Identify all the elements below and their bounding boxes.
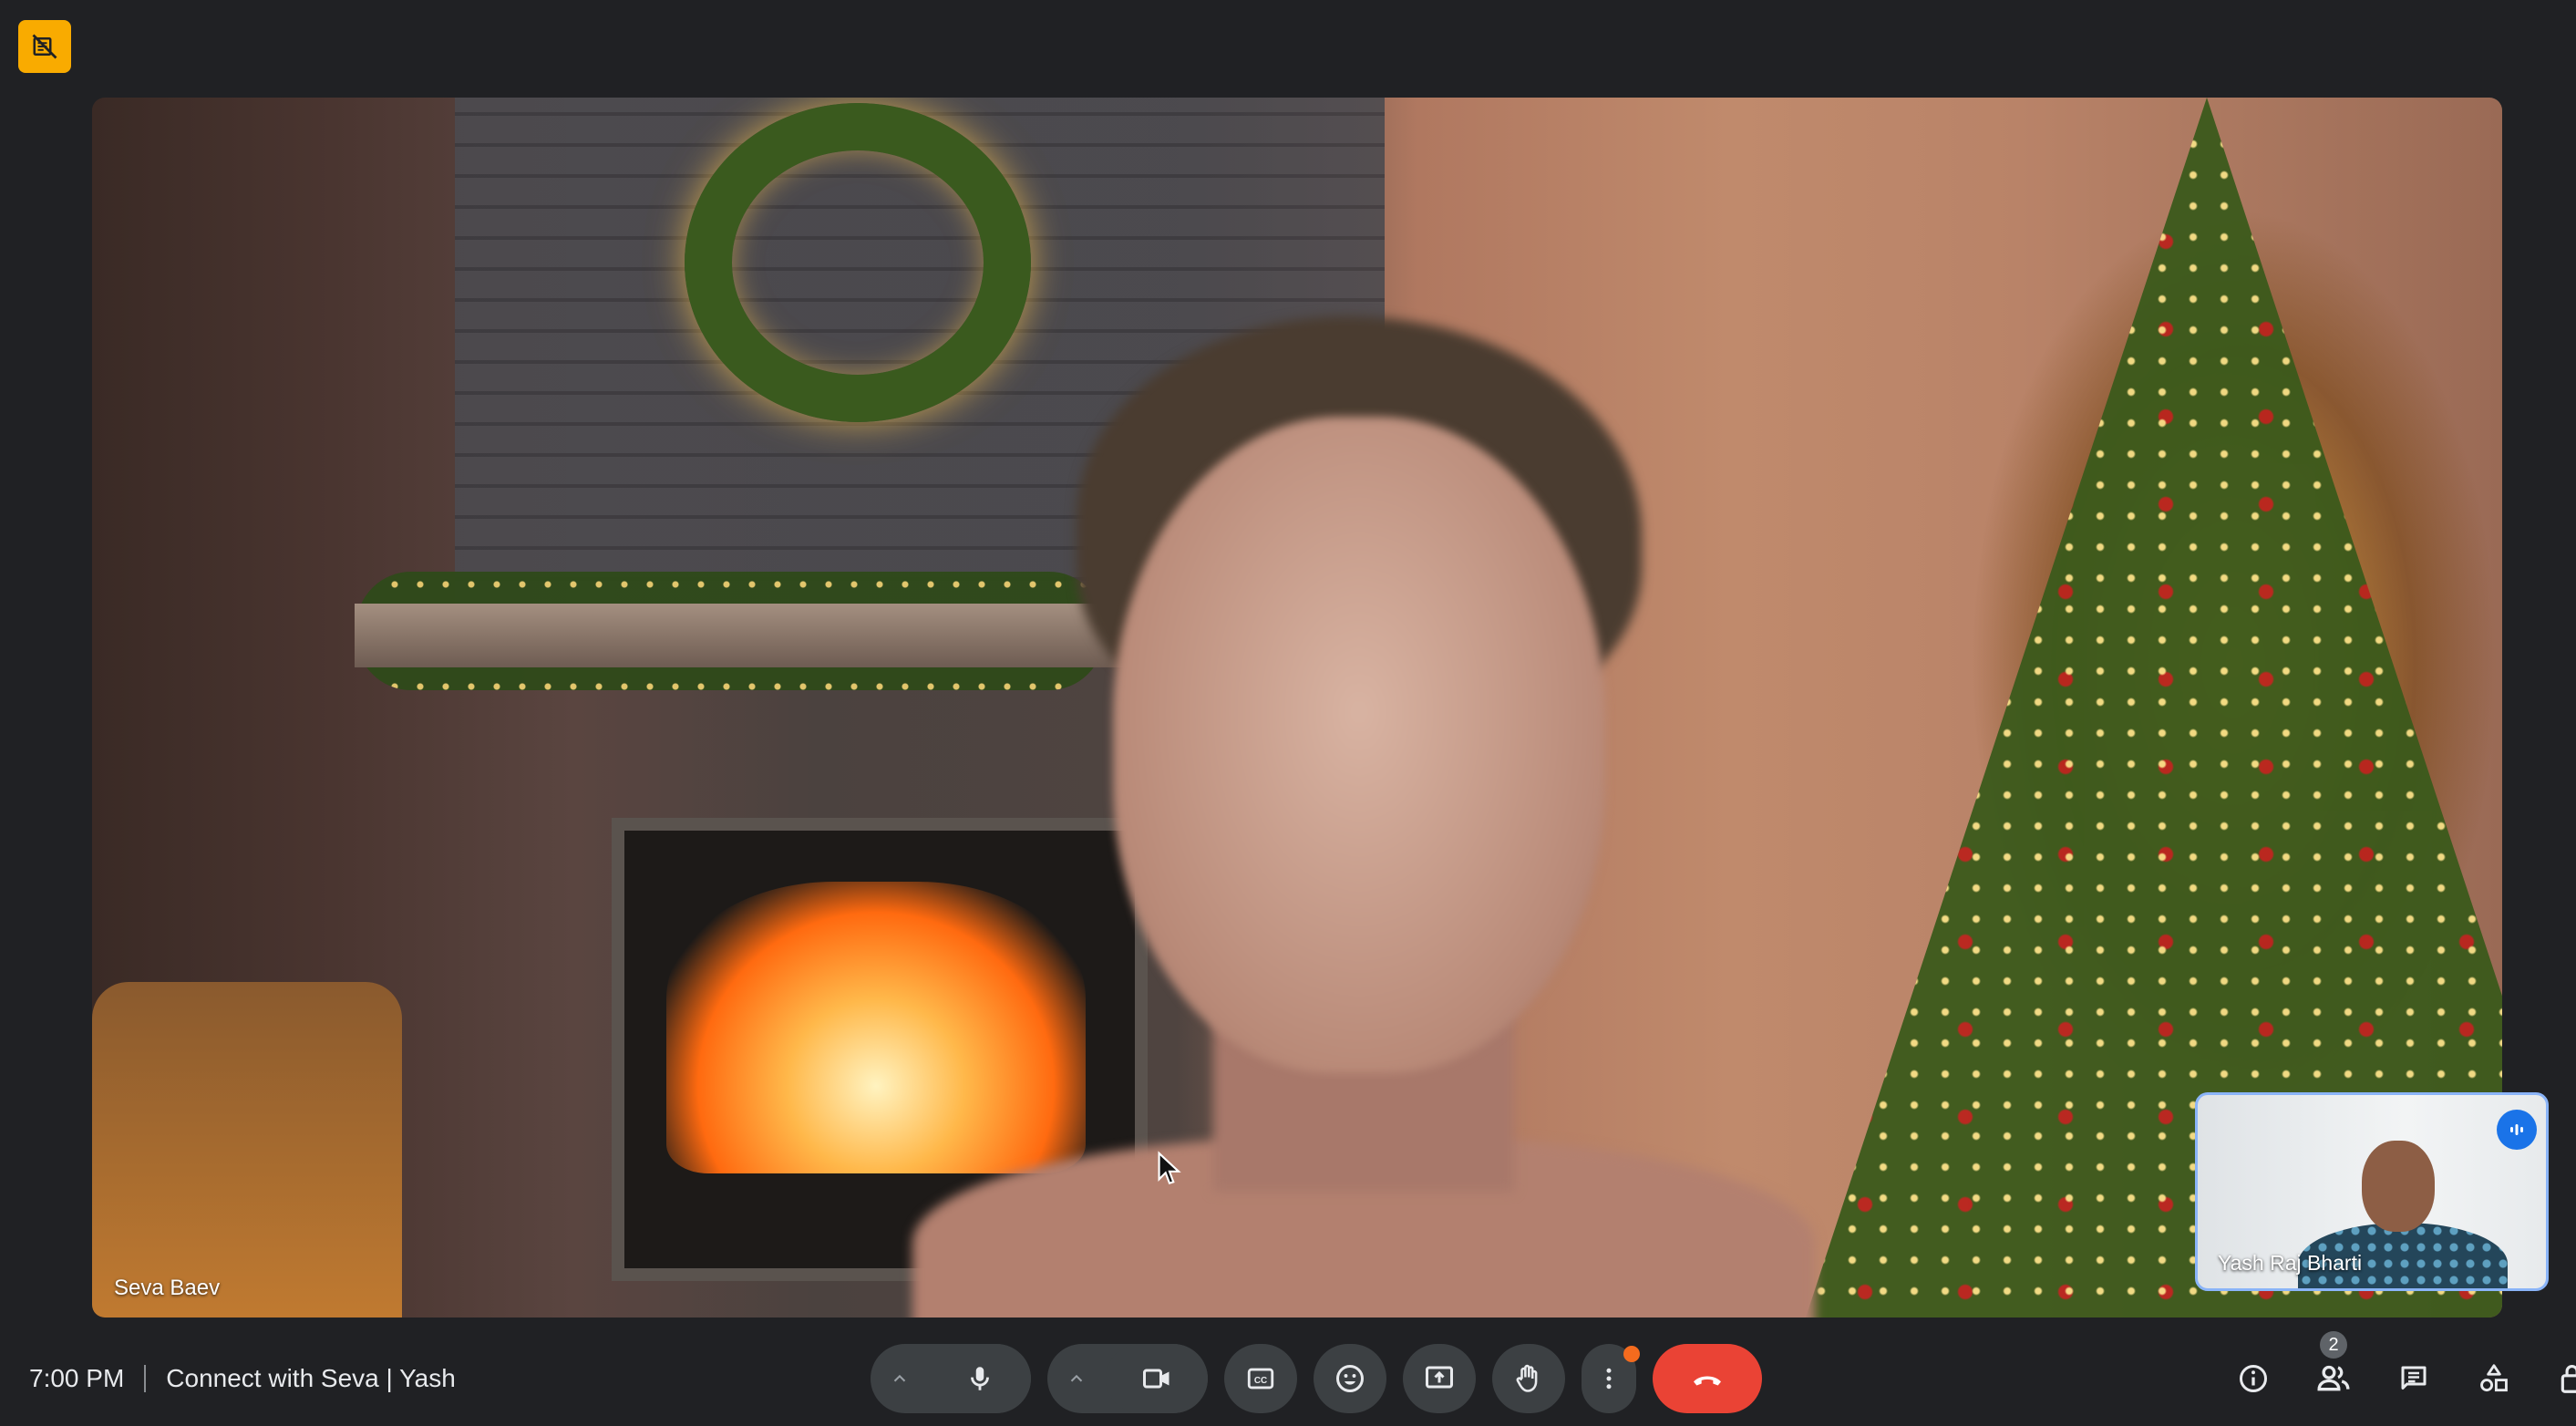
raise-hand-icon [1516,1364,1538,1392]
background-wreath [685,103,1031,422]
chat-icon [2401,1366,2427,1390]
host-controls-button[interactable] [2545,1344,2576,1413]
host-controls-icon [2561,1365,2576,1393]
mouse-cursor-icon [1158,1151,1181,1185]
camera-button[interactable] [1106,1344,1208,1413]
meeting-details-button[interactable] [2224,1344,2282,1413]
captions-button[interactable]: CC [1224,1344,1297,1413]
notification-dot [1623,1346,1640,1362]
activities-icon [2480,1364,2508,1392]
no-camera-record-icon [32,34,57,59]
meeting-info: 7:00 PM Connect with Seva | Yash [29,1359,456,1399]
chevron-up-icon [1070,1374,1083,1382]
mic-control-group [871,1344,1031,1413]
meeting-title[interactable]: Connect with Seva | Yash [166,1364,456,1393]
participant-name-label: Seva Baev [114,1276,221,1300]
camera-control-group [1047,1344,1208,1413]
meeting-info-divider [144,1365,147,1392]
audio-options-button[interactable] [871,1344,929,1413]
recording-indicator-badge[interactable] [18,20,71,73]
meeting-side-controls: 2 [2224,1331,2576,1413]
background-armchair [92,982,402,1318]
chevron-up-icon [893,1374,906,1382]
end-call-icon [1694,1376,1721,1386]
leave-call-button[interactable] [1653,1344,1762,1413]
call-controls: CC [871,1342,1762,1415]
main-video-tile[interactable]: Seva Baev [92,98,2502,1318]
svg-text:CC: CC [1254,1376,1267,1386]
present-now-button[interactable] [1403,1344,1476,1413]
more-options-button[interactable] [1582,1344,1640,1413]
people-icon [2317,1365,2350,1391]
present-screen-icon [1426,1366,1453,1389]
speaking-indicator [2497,1110,2537,1150]
send-reaction-button[interactable] [1314,1344,1386,1413]
people-button[interactable]: 2 [2304,1331,2363,1413]
participant-video-person [912,316,1815,1318]
speaking-indicator-icon [2510,1124,2523,1135]
chat-button[interactable] [2385,1344,2443,1413]
mic-icon [971,1367,989,1390]
self-view-tile[interactable]: Yash Raj Bharti [2195,1092,2549,1291]
info-icon [2240,1365,2267,1392]
mic-button[interactable] [929,1344,1031,1413]
camera-icon [1143,1369,1170,1389]
meeting-time: 7:00 PM [29,1364,125,1392]
activities-button[interactable] [2465,1344,2523,1413]
raise-hand-button[interactable] [1492,1344,1565,1413]
more-options-icon [1606,1368,1612,1390]
emoji-icon [1336,1365,1364,1392]
video-options-button[interactable] [1047,1344,1106,1413]
self-view-name-label: Yash Raj Bharti [2218,1251,2363,1275]
captions-icon: CC [1247,1368,1274,1390]
people-count-badge: 2 [2320,1331,2347,1359]
